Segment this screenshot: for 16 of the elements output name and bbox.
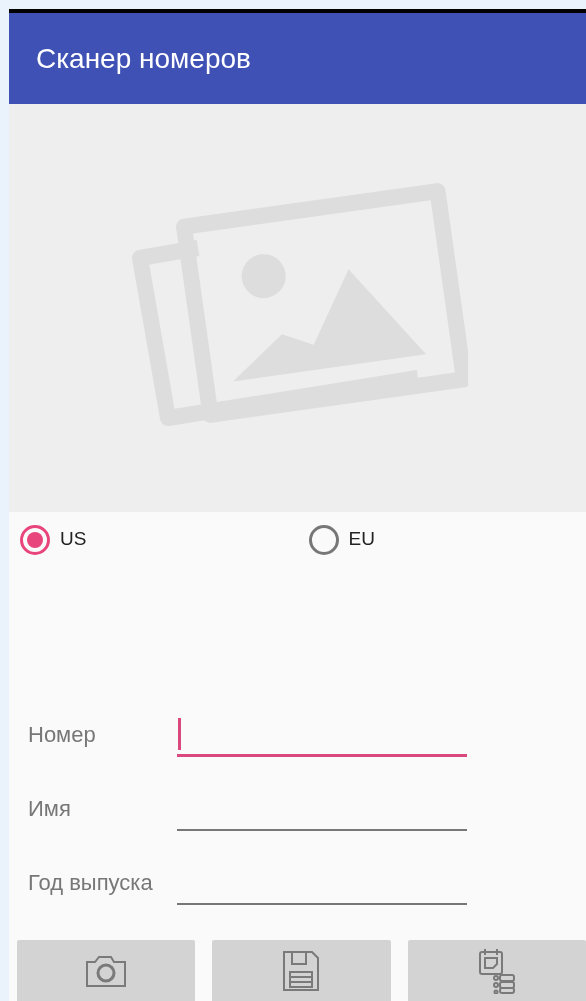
radio-option[interactable]: US bbox=[9, 524, 298, 555]
calendar-list-icon bbox=[477, 947, 516, 994]
radio-button[interactable] bbox=[308, 524, 339, 555]
app-title: Сканер номеров bbox=[36, 41, 251, 76]
field-label: Год выпуска bbox=[27, 869, 154, 897]
toolbar-button[interactable] bbox=[407, 940, 586, 1001]
toolbar-button[interactable] bbox=[212, 940, 391, 1001]
field-label: Имя bbox=[27, 795, 72, 823]
camera-icon bbox=[85, 953, 128, 988]
radio-option[interactable]: EU bbox=[297, 524, 586, 555]
field-label: Номер bbox=[27, 721, 97, 749]
toolbar-button[interactable] bbox=[17, 940, 196, 1001]
radio-label: US bbox=[60, 527, 87, 552]
radio-button[interactable] bbox=[20, 524, 50, 555]
radio-label: EU bbox=[348, 527, 375, 552]
text-cursor bbox=[178, 718, 181, 750]
